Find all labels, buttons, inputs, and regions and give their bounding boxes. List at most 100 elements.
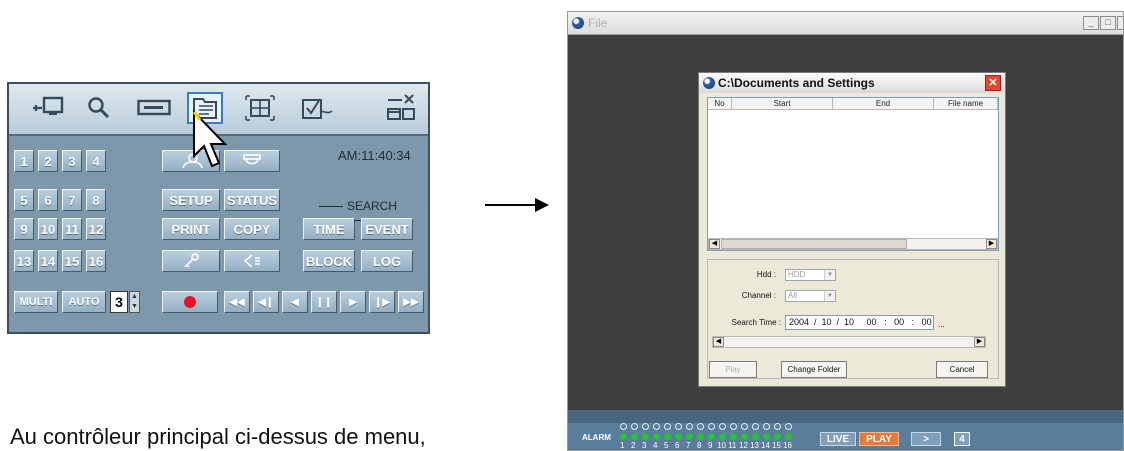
- drive-icon[interactable]: [136, 92, 172, 124]
- channel-button-12[interactable]: 12: [86, 218, 106, 240]
- column-header-no[interactable]: No: [708, 98, 732, 110]
- time-slider-thumb[interactable]: ◀: [713, 337, 724, 347]
- time-search-button[interactable]: TIME: [303, 218, 355, 240]
- scroll-left-button[interactable]: ◀: [709, 239, 720, 249]
- play-button[interactable]: ▶: [340, 291, 366, 313]
- step-forward-button[interactable]: ❙▶: [369, 291, 395, 313]
- dialog-close-button[interactable]: ✕: [985, 75, 1001, 91]
- led-number: 7: [686, 441, 691, 450]
- time-slider-right-button[interactable]: ▶: [974, 337, 985, 347]
- led-number: 11: [728, 441, 737, 450]
- step-forward-icon: ❙▶: [373, 296, 391, 308]
- led-number: 5: [664, 441, 669, 450]
- alarm-led: [664, 433, 671, 440]
- search-icon[interactable]: [81, 92, 117, 124]
- channel-button-4[interactable]: 4: [86, 150, 106, 172]
- column-header-start[interactable]: Start: [732, 98, 833, 110]
- alarm-led: [642, 433, 649, 440]
- reverse-play-button[interactable]: ◀: [282, 291, 308, 313]
- multi-button[interactable]: MULTI: [14, 291, 58, 313]
- chevron-down-icon: ▼: [824, 270, 835, 280]
- led-number: 9: [708, 441, 713, 450]
- channel-button-3[interactable]: 3: [62, 150, 82, 172]
- channel-button-13[interactable]: 13: [14, 250, 34, 272]
- channel-button-10[interactable]: 10: [38, 218, 58, 240]
- led-number: 4: [653, 441, 658, 450]
- channel-button-6[interactable]: 6: [38, 189, 58, 211]
- monitor-icon[interactable]: [31, 92, 67, 124]
- pause-icon: ❙❙: [315, 296, 333, 308]
- status-strip: ALARM 1 2 3 4 5 6 7 8 9 10 11 12 13 14 15 16 LIVE PLAY …: [568, 410, 1123, 450]
- list-horizontal-scrollbar[interactable]: ◀ ▶: [708, 238, 998, 250]
- hdd-select[interactable]: HDD ▼: [785, 269, 836, 281]
- split-count-value[interactable]: 3: [110, 291, 128, 313]
- channel-button-1[interactable]: 1: [14, 150, 34, 172]
- auto-button[interactable]: AUTO: [62, 291, 106, 313]
- alarm-led: [719, 433, 726, 440]
- channel-button-14[interactable]: 14: [38, 250, 58, 272]
- split-count-stepper[interactable]: ▲ ▼: [129, 291, 140, 313]
- time-slider[interactable]: ◀ ▶: [712, 336, 986, 348]
- search-time-label: Search Time :: [731, 318, 781, 327]
- folder-dialog-titlebar: C:\Documents and Settings ✕: [699, 73, 1005, 93]
- file-window-title: File: [588, 16, 608, 30]
- channel-button-9[interactable]: 9: [14, 218, 34, 240]
- fast-forward-icon: ▶▶: [403, 296, 419, 308]
- alarm-label: ALARM: [582, 433, 611, 442]
- close-button[interactable]: ×: [1117, 16, 1123, 30]
- fast-forward-button[interactable]: ▶▶: [398, 291, 424, 313]
- maximize-button[interactable]: □: [1100, 16, 1116, 30]
- led-number: 8: [697, 441, 702, 450]
- key-icon: [184, 253, 199, 268]
- column-header-filename[interactable]: File name: [934, 98, 998, 110]
- led-outline: [708, 423, 715, 430]
- cancel-button[interactable]: Cancel: [936, 361, 988, 378]
- channel-select[interactable]: All ▼: [785, 290, 836, 302]
- alarm-led: [730, 433, 737, 440]
- multiscreen-icon[interactable]: [242, 92, 278, 124]
- print-button[interactable]: PRINT: [162, 218, 220, 240]
- record-button[interactable]: [162, 291, 218, 313]
- pause-button[interactable]: ❙❙: [311, 291, 337, 313]
- status-button[interactable]: STATUS: [224, 189, 280, 211]
- event-search-button[interactable]: EVENT: [361, 218, 413, 240]
- setup-button[interactable]: SETUP: [162, 189, 220, 211]
- led-number: 2: [631, 441, 636, 450]
- checklist-icon[interactable]: [299, 92, 335, 124]
- dome-camera-icon: [243, 154, 261, 165]
- scroll-thumb[interactable]: [721, 239, 907, 249]
- next-page-button[interactable]: >: [911, 432, 941, 446]
- channel-button-11[interactable]: 11: [62, 218, 82, 240]
- live-button[interactable]: LIVE: [820, 432, 856, 446]
- led-outline: [664, 423, 671, 430]
- led-outline: [697, 423, 704, 430]
- play-file-button[interactable]: Play: [709, 361, 757, 378]
- search-time-field[interactable]: 2004 / 10 / 10 00 : 00 : 00: [785, 315, 934, 330]
- minimize-button[interactable]: _: [1083, 16, 1099, 30]
- step-back-button[interactable]: ◀❙: [253, 291, 279, 313]
- channel-button-16[interactable]: 16: [86, 250, 106, 272]
- led-number: 6: [675, 441, 680, 450]
- audio-button[interactable]: [224, 250, 280, 272]
- play-icon: ▶: [349, 296, 357, 308]
- play-mode-button[interactable]: PLAY: [859, 432, 899, 446]
- channel-button-2[interactable]: 2: [38, 150, 58, 172]
- log-search-button[interactable]: LOG: [361, 250, 413, 272]
- fast-rewind-button[interactable]: ◀◀: [224, 291, 250, 313]
- file-list[interactable]: No Start End File name ◀ ▶: [707, 97, 999, 251]
- channel-button-15[interactable]: 15: [62, 250, 82, 272]
- change-folder-button[interactable]: Change Folder: [781, 361, 847, 378]
- channel-button-7[interactable]: 7: [62, 189, 82, 211]
- camera-button[interactable]: [224, 150, 280, 172]
- channel-button-8[interactable]: 8: [86, 189, 106, 211]
- window-control-icon[interactable]: [383, 92, 419, 124]
- block-search-button[interactable]: BLOCK: [303, 250, 355, 272]
- led-outline: [686, 423, 693, 430]
- scroll-right-button[interactable]: ▶: [986, 239, 997, 249]
- step-back-icon: ◀❙: [257, 296, 275, 308]
- channel-button-5[interactable]: 5: [14, 189, 34, 211]
- copy-button[interactable]: COPY: [224, 218, 280, 240]
- led-outline: [752, 423, 759, 430]
- key-button[interactable]: [162, 250, 220, 272]
- column-header-end[interactable]: End: [833, 98, 934, 110]
